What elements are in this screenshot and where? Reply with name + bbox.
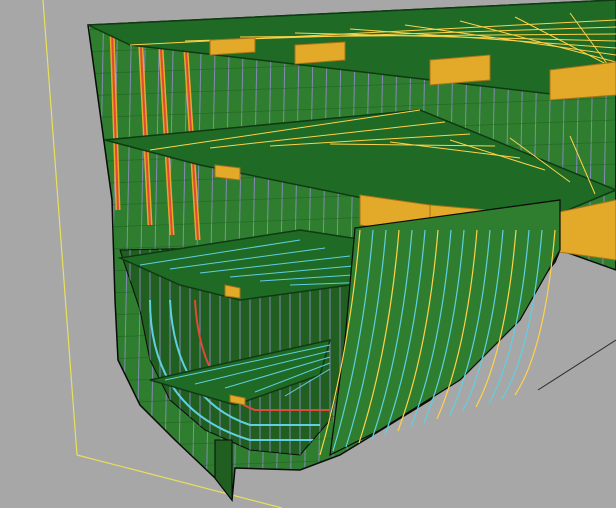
ship-hull-model[interactable] xyxy=(0,0,616,508)
3d-viewport[interactable] xyxy=(0,0,616,508)
